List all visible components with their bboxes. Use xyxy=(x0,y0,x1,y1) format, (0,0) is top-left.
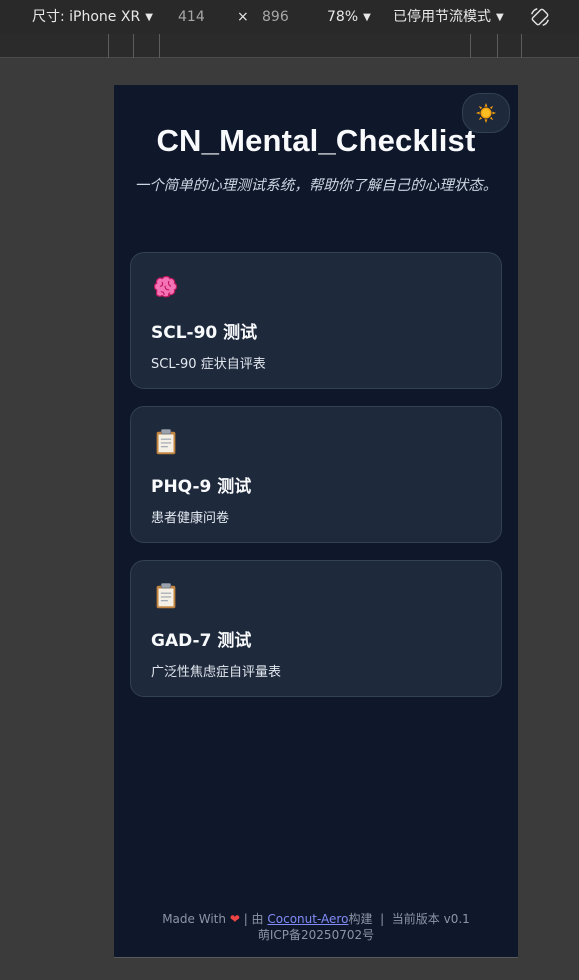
brain-icon xyxy=(153,275,178,298)
media-query-ruler xyxy=(0,34,579,58)
footer-credits: Made With ❤ | 由 Coconut-Aero构建 | 当前版本 v0… xyxy=(114,911,518,927)
width-input[interactable]: 414 xyxy=(178,8,205,26)
throttle-select[interactable]: 已停用节流模式 ▼ xyxy=(393,8,504,28)
device-toolbar: 尺寸: iPhone XR ▼ 414 × 896 78% ▼ 已停用节流模式 ▼ xyxy=(0,0,579,34)
clipboard-icon xyxy=(156,428,176,455)
rotate-icon[interactable] xyxy=(528,5,552,29)
height-input[interactable]: 896 xyxy=(262,8,289,26)
test-card-gad7[interactable]: GAD-7 测试 广泛性焦虑症自评量表 xyxy=(130,560,502,697)
test-card-description: SCL-90 症状自评表 xyxy=(151,357,266,372)
chevron-down-icon: ▼ xyxy=(363,12,371,23)
device-label: 尺寸: iPhone XR xyxy=(32,9,141,25)
zoom-label: 78% xyxy=(327,9,359,25)
times-sign: × xyxy=(237,9,249,25)
test-card-title: GAD-7 测试 xyxy=(151,631,252,651)
clipboard-icon xyxy=(156,582,176,609)
footer-by: | 由 xyxy=(243,912,264,926)
zoom-select[interactable]: 78% ▼ xyxy=(327,8,371,28)
chevron-down-icon: ▼ xyxy=(496,12,504,23)
test-card-description: 广泛性焦虑症自评量表 xyxy=(151,665,282,680)
icp-license: 萌ICP备20250702号 xyxy=(257,928,375,942)
app-screen: CN_Mental_Checklist 一个简单的心理测试系统，帮助你了解自己的… xyxy=(114,85,518,958)
footer: Made With ❤ | 由 Coconut-Aero构建 | 当前版本 v0… xyxy=(114,911,518,943)
test-card-scl90[interactable]: SCL-90 测试 SCL-90 症状自评表 xyxy=(130,252,502,389)
test-card-description: 患者健康问卷 xyxy=(151,511,230,526)
page-title: CN_Mental_Checklist xyxy=(156,123,476,158)
test-card-title: PHQ-9 测试 xyxy=(151,477,252,497)
test-card-title: SCL-90 测试 xyxy=(151,323,258,343)
device-select[interactable]: 尺寸: iPhone XR ▼ xyxy=(32,8,153,28)
footer-separator: | xyxy=(380,912,385,926)
chevron-down-icon: ▼ xyxy=(145,12,153,23)
page-subtitle: 一个简单的心理测试系统，帮助你了解自己的心理状态。 xyxy=(134,178,498,194)
sun-icon xyxy=(475,102,497,124)
throttle-label: 已停用节流模式 xyxy=(393,9,491,25)
version-label: 当前版本 v0.1 xyxy=(391,912,470,926)
author-link[interactable]: Coconut-Aero xyxy=(267,912,348,926)
test-card-phq9[interactable]: PHQ-9 测试 患者健康问卷 xyxy=(130,406,502,543)
footer-built: 构建 xyxy=(348,912,373,926)
footer-made-with: Made With xyxy=(162,912,226,926)
heart-icon: ❤ xyxy=(229,912,240,926)
